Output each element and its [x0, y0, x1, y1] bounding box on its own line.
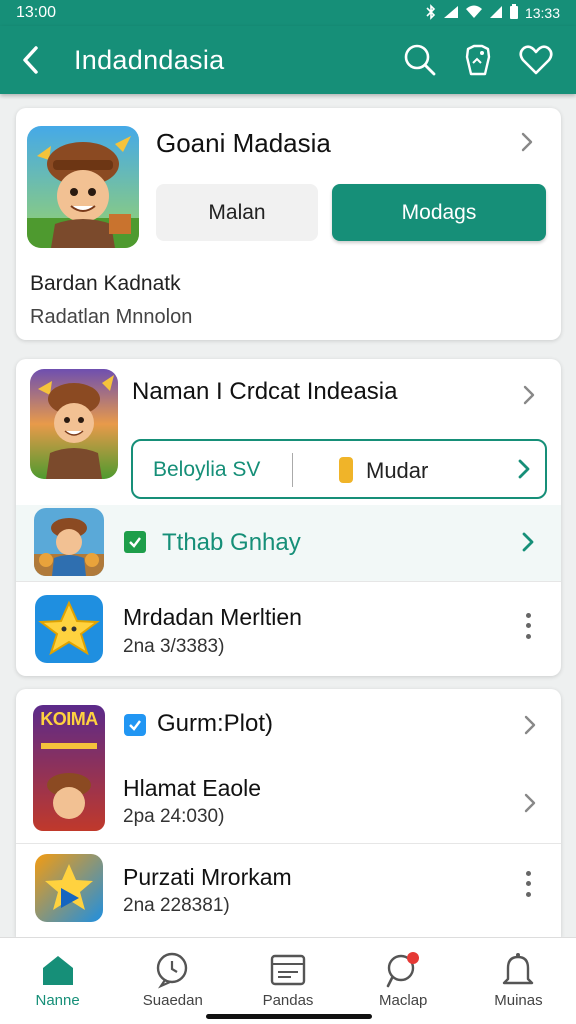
- app-card-1[interactable]: Goani Madasia Malan Modags Bardan Kadnat…: [16, 108, 561, 340]
- app-thumbnail[interactable]: [27, 126, 139, 248]
- chevron-right-icon[interactable]: [518, 713, 542, 737]
- status-bar: 13:00 13:33: [0, 0, 576, 26]
- nav-item-label: Maclap: [379, 992, 428, 1009]
- location-search-icon: [383, 950, 423, 990]
- list-item-title: Hlamat Eaole: [123, 775, 262, 801]
- bell-icon: [498, 950, 538, 990]
- list-item-subtitle: 2na 3/3383): [123, 636, 225, 657]
- nav-item-label: Nanne: [35, 992, 80, 1009]
- app-title: Naman I Crdcat Indeasia: [132, 378, 398, 405]
- nav-item-pandas[interactable]: Pandas: [230, 938, 345, 1024]
- app-bar: Indadndasia: [0, 26, 576, 94]
- heart-icon: [519, 45, 553, 75]
- home-icon: [38, 950, 78, 990]
- nav-item-home[interactable]: Nanne: [0, 938, 115, 1024]
- secondary-action-button[interactable]: Malan: [156, 184, 318, 241]
- search-button[interactable]: [402, 42, 438, 78]
- bluetooth-icon: [425, 3, 437, 23]
- chevron-right-icon[interactable]: [515, 130, 539, 154]
- bottle-icon: [339, 457, 353, 483]
- signal-icon-2: [489, 5, 503, 22]
- search-icon: [404, 44, 436, 76]
- app-description: Radatlan Mnnolon: [30, 306, 193, 328]
- chip-left-label[interactable]: Beloylia SV: [153, 458, 260, 482]
- option-chip-bar[interactable]: Beloylia SV Mudar: [131, 439, 547, 499]
- back-button[interactable]: [0, 26, 62, 94]
- app-title: Goani Madasia: [156, 128, 331, 158]
- tag-icon: [465, 44, 491, 76]
- chip-right-label[interactable]: Mudar: [366, 458, 428, 484]
- wifi-icon: [465, 5, 483, 22]
- thumbnail-logo-text: KOIMA: [40, 709, 98, 729]
- back-arrow-icon: [23, 46, 38, 74]
- status-time-right: 13:33: [524, 5, 560, 21]
- inbox-icon: [268, 950, 308, 990]
- nav-item-notifications[interactable]: Muinas: [461, 938, 576, 1024]
- more-options-icon[interactable]: [520, 868, 536, 900]
- app-card-2[interactable]: Naman I Crdcat Indeasia Beloylia SV Muda…: [16, 359, 561, 676]
- check-icon: [124, 531, 146, 553]
- app-thumbnail[interactable]: [34, 508, 104, 576]
- verified-icon: [124, 714, 146, 736]
- chevron-right-icon[interactable]: [517, 458, 531, 485]
- app-card-3[interactable]: KOIMA Gurm:Plot) Hlamat Eaole 2pa 24:030…: [16, 689, 561, 937]
- app-thumbnail[interactable]: [30, 369, 118, 479]
- app-title: Gurm:Plot): [157, 710, 274, 737]
- list-item-title: Mrdadan Merltien: [123, 604, 302, 630]
- battery-icon: [509, 3, 519, 23]
- page-title: Indadndasia: [74, 44, 225, 75]
- favorite-button[interactable]: [518, 42, 554, 78]
- home-indicator[interactable]: [206, 1014, 372, 1019]
- primary-action-button[interactable]: Modags: [332, 184, 546, 241]
- nav-item-label: Pandas: [262, 992, 314, 1009]
- list-item[interactable]: Purzati Mrorkam 2na 228381): [16, 843, 561, 937]
- chevron-right-icon[interactable]: [517, 383, 541, 407]
- app-thumbnail[interactable]: KOIMA: [33, 705, 105, 831]
- list-item-title: Purzati Mrorkam: [123, 864, 292, 890]
- divider: [292, 453, 293, 487]
- tag-button[interactable]: [460, 42, 496, 78]
- list-item[interactable]: Mrdadan Merltien 2na 3/3383): [16, 581, 561, 676]
- app-subtitle: Bardan Kadnatk: [30, 272, 181, 295]
- nav-item-label: Muinas: [494, 992, 543, 1009]
- list-item-subtitle: 2na 228381): [123, 895, 230, 916]
- bottom-navigation: Nanne Suaedan Pandas Maclap Muinas: [0, 937, 576, 1024]
- nav-item-search[interactable]: Suaedan: [115, 938, 230, 1024]
- list-item-title: Tthab Gnhay: [162, 529, 301, 556]
- chevron-right-icon[interactable]: [518, 791, 542, 815]
- signal-icon: [443, 5, 459, 22]
- app-thumbnail[interactable]: [35, 854, 103, 922]
- nav-item-label: Suaedan: [142, 992, 203, 1009]
- chevron-right-icon[interactable]: [521, 531, 535, 558]
- list-item-subtitle: 2pa 24:030): [123, 806, 225, 827]
- app-thumbnail[interactable]: [35, 595, 103, 663]
- nav-item-map[interactable]: Maclap: [346, 938, 461, 1024]
- list-item[interactable]: Tthab Gnhay: [16, 505, 561, 581]
- status-time: 13:00: [16, 4, 57, 21]
- chat-search-icon: [153, 950, 193, 990]
- more-options-icon[interactable]: [520, 610, 536, 642]
